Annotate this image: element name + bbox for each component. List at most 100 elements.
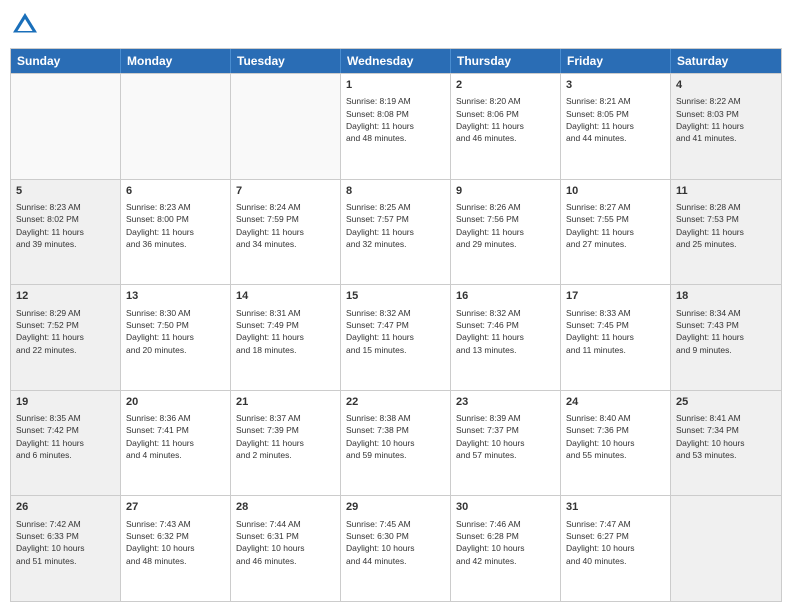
cell-info: Sunrise: 8:34 AM Sunset: 7:43 PM Dayligh… (676, 307, 776, 356)
day-number: 5 (16, 184, 115, 199)
day-number: 22 (346, 395, 445, 410)
cal-cell-6: 6 Sunrise: 8:23 AM Sunset: 8:00 PM Daylig… (121, 180, 231, 285)
cal-cell-4: 4 Sunrise: 8:22 AM Sunset: 8:03 PM Daylig… (671, 74, 781, 179)
cell-info: Sunrise: 8:30 AM Sunset: 7:50 PM Dayligh… (126, 307, 225, 356)
cell-info: Sunrise: 8:32 AM Sunset: 7:46 PM Dayligh… (456, 307, 555, 356)
day-number: 27 (126, 500, 225, 515)
day-number: 25 (676, 395, 776, 410)
cal-cell-17: 17 Sunrise: 8:33 AM Sunset: 7:45 PM Dayli… (561, 285, 671, 390)
cell-info: Sunrise: 8:39 AM Sunset: 7:37 PM Dayligh… (456, 412, 555, 461)
cell-info: Sunrise: 8:25 AM Sunset: 7:57 PM Dayligh… (346, 201, 445, 250)
cell-info: Sunrise: 8:20 AM Sunset: 8:06 PM Dayligh… (456, 95, 555, 144)
cell-info: Sunrise: 8:23 AM Sunset: 8:02 PM Dayligh… (16, 201, 115, 250)
day-number: 28 (236, 500, 335, 515)
cal-cell-18: 18Sunrise: 8:34 AM Sunset: 7:43 PM Dayli… (671, 285, 781, 390)
day-number: 6 (126, 184, 225, 199)
cal-cell-7: 7Sunrise: 8:24 AM Sunset: 7:59 PM Daylig… (231, 180, 341, 285)
calendar-row-5: 26 Sunrise: 7:42 AM Sunset: 6:33 PM Dayli… (11, 495, 781, 601)
cell-info: Sunrise: 7:47 AM Sunset: 6:27 PM Dayligh… (566, 518, 665, 567)
day-number: 9 (456, 184, 555, 199)
cal-cell-13: 13 Sunrise: 8:30 AM Sunset: 7:50 PM Dayli… (121, 285, 231, 390)
day-number: 15 (346, 289, 445, 304)
day-number: 17 (566, 289, 665, 304)
cal-cell-24: 24Sunrise: 8:40 AM Sunset: 7:36 PM Dayli… (561, 391, 671, 496)
cell-info: Sunrise: 8:38 AM Sunset: 7:38 PM Dayligh… (346, 412, 445, 461)
calendar-body: 1 Sunrise: 8:19 AM Sunset: 8:08 PM Daylig… (11, 73, 781, 601)
cell-info: Sunrise: 7:43 AM Sunset: 6:32 PM Dayligh… (126, 518, 225, 567)
day-number: 2 (456, 78, 555, 93)
day-number: 20 (126, 395, 225, 410)
day-number: 12 (16, 289, 115, 304)
cal-cell-empty-0-0 (11, 74, 121, 179)
day-number: 13 (126, 289, 225, 304)
header-day-monday: Monday (121, 49, 231, 73)
day-number: 1 (346, 78, 445, 93)
header-day-saturday: Saturday (671, 49, 781, 73)
cal-cell-5: 5 Sunrise: 8:23 AM Sunset: 8:02 PM Daylig… (11, 180, 121, 285)
cal-cell-3: 3 Sunrise: 8:21 AM Sunset: 8:05 PM Daylig… (561, 74, 671, 179)
cal-cell-empty-0-2 (231, 74, 341, 179)
cell-info: Sunrise: 8:40 AM Sunset: 7:36 PM Dayligh… (566, 412, 665, 461)
day-number: 26 (16, 500, 115, 515)
calendar-row-4: 19 Sunrise: 8:35 AM Sunset: 7:42 PM Dayli… (11, 390, 781, 496)
cell-info: Sunrise: 8:21 AM Sunset: 8:05 PM Dayligh… (566, 95, 665, 144)
day-number: 14 (236, 289, 335, 304)
cal-cell-28: 28 Sunrise: 7:44 AM Sunset: 6:31 PM Dayli… (231, 496, 341, 601)
cell-info: Sunrise: 8:28 AM Sunset: 7:53 PM Dayligh… (676, 201, 776, 250)
cal-cell-29: 29Sunrise: 7:45 AM Sunset: 6:30 PM Dayli… (341, 496, 451, 601)
cell-info: Sunrise: 8:27 AM Sunset: 7:55 PM Dayligh… (566, 201, 665, 250)
cell-info: Sunrise: 8:29 AM Sunset: 7:52 PM Dayligh… (16, 307, 115, 356)
cal-cell-16: 16 Sunrise: 8:32 AM Sunset: 7:46 PM Dayli… (451, 285, 561, 390)
cell-info: Sunrise: 8:19 AM Sunset: 8:08 PM Dayligh… (346, 95, 445, 144)
calendar: SundayMondayTuesdayWednesdayThursdayFrid… (10, 48, 782, 602)
cal-cell-9: 9 Sunrise: 8:26 AM Sunset: 7:56 PM Daylig… (451, 180, 561, 285)
cell-info: Sunrise: 8:35 AM Sunset: 7:42 PM Dayligh… (16, 412, 115, 461)
cell-info: Sunrise: 8:41 AM Sunset: 7:34 PM Dayligh… (676, 412, 776, 461)
header-day-sunday: Sunday (11, 49, 121, 73)
day-number: 19 (16, 395, 115, 410)
cal-cell-2: 2 Sunrise: 8:20 AM Sunset: 8:06 PM Daylig… (451, 74, 561, 179)
day-number: 30 (456, 500, 555, 515)
day-number: 10 (566, 184, 665, 199)
day-number: 4 (676, 78, 776, 93)
cell-info: Sunrise: 7:42 AM Sunset: 6:33 PM Dayligh… (16, 518, 115, 567)
header (10, 10, 782, 40)
cal-cell-19: 19 Sunrise: 8:35 AM Sunset: 7:42 PM Dayli… (11, 391, 121, 496)
cal-cell-21: 21Sunrise: 8:37 AM Sunset: 7:39 PM Dayli… (231, 391, 341, 496)
calendar-row-1: 1 Sunrise: 8:19 AM Sunset: 8:08 PM Daylig… (11, 73, 781, 179)
day-number: 16 (456, 289, 555, 304)
cal-cell-11: 11 Sunrise: 8:28 AM Sunset: 7:53 PM Dayli… (671, 180, 781, 285)
cal-cell-1: 1 Sunrise: 8:19 AM Sunset: 8:08 PM Daylig… (341, 74, 451, 179)
cell-info: Sunrise: 8:26 AM Sunset: 7:56 PM Dayligh… (456, 201, 555, 250)
cell-info: Sunrise: 7:46 AM Sunset: 6:28 PM Dayligh… (456, 518, 555, 567)
header-day-thursday: Thursday (451, 49, 561, 73)
cal-cell-27: 27 Sunrise: 7:43 AM Sunset: 6:32 PM Dayli… (121, 496, 231, 601)
cell-info: Sunrise: 8:24 AM Sunset: 7:59 PM Dayligh… (236, 201, 335, 250)
cell-info: Sunrise: 8:22 AM Sunset: 8:03 PM Dayligh… (676, 95, 776, 144)
day-number: 3 (566, 78, 665, 93)
calendar-row-2: 5 Sunrise: 8:23 AM Sunset: 8:02 PM Daylig… (11, 179, 781, 285)
cal-cell-8: 8 Sunrise: 8:25 AM Sunset: 7:57 PM Daylig… (341, 180, 451, 285)
day-number: 23 (456, 395, 555, 410)
header-day-tuesday: Tuesday (231, 49, 341, 73)
cal-cell-26: 26 Sunrise: 7:42 AM Sunset: 6:33 PM Dayli… (11, 496, 121, 601)
cell-info: Sunrise: 8:23 AM Sunset: 8:00 PM Dayligh… (126, 201, 225, 250)
cal-cell-30: 30 Sunrise: 7:46 AM Sunset: 6:28 PM Dayli… (451, 496, 561, 601)
header-day-friday: Friday (561, 49, 671, 73)
cell-info: Sunrise: 8:33 AM Sunset: 7:45 PM Dayligh… (566, 307, 665, 356)
cal-cell-empty-0-1 (121, 74, 231, 179)
cal-cell-22: 22 Sunrise: 8:38 AM Sunset: 7:38 PM Dayli… (341, 391, 451, 496)
cell-info: Sunrise: 7:44 AM Sunset: 6:31 PM Dayligh… (236, 518, 335, 567)
cell-info: Sunrise: 8:36 AM Sunset: 7:41 PM Dayligh… (126, 412, 225, 461)
cell-info: Sunrise: 8:31 AM Sunset: 7:49 PM Dayligh… (236, 307, 335, 356)
day-number: 8 (346, 184, 445, 199)
page: SundayMondayTuesdayWednesdayThursdayFrid… (0, 0, 792, 612)
day-number: 11 (676, 184, 776, 199)
day-number: 29 (346, 500, 445, 515)
cal-cell-14: 14 Sunrise: 8:31 AM Sunset: 7:49 PM Dayli… (231, 285, 341, 390)
cal-cell-12: 12 Sunrise: 8:29 AM Sunset: 7:52 PM Dayli… (11, 285, 121, 390)
logo-icon (10, 10, 40, 40)
cal-cell-25: 25 Sunrise: 8:41 AM Sunset: 7:34 PM Dayli… (671, 391, 781, 496)
calendar-header: SundayMondayTuesdayWednesdayThursdayFrid… (11, 49, 781, 73)
cal-cell-23: 23 Sunrise: 8:39 AM Sunset: 7:37 PM Dayli… (451, 391, 561, 496)
